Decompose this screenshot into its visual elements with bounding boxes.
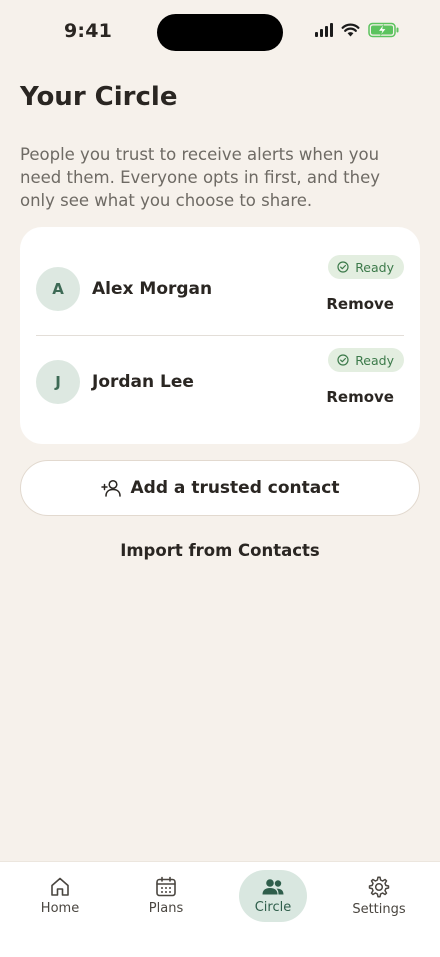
check-circle-icon xyxy=(337,261,349,273)
status-icons xyxy=(315,22,400,38)
status-badge-label: Ready xyxy=(355,352,394,368)
page-description: People you trust to receive alerts when … xyxy=(20,145,380,210)
status-badge: Ready xyxy=(328,348,404,372)
add-contact-label: Add a trusted contact xyxy=(130,478,340,498)
status-badge: Ready xyxy=(328,255,404,279)
tab-home[interactable]: Home xyxy=(26,870,94,922)
tab-bar: Home Plans Circle Settings xyxy=(0,861,440,957)
cellular-signal-icon xyxy=(315,23,333,37)
status-badge-label: Ready xyxy=(355,259,394,275)
home-icon xyxy=(51,877,69,896)
add-person-icon xyxy=(100,479,121,497)
tab-settings[interactable]: Settings xyxy=(345,870,413,922)
remove-button[interactable]: Remove xyxy=(326,295,394,313)
contact-name: Alex Morgan xyxy=(92,279,213,299)
avatar: J xyxy=(36,360,80,404)
contact-row[interactable]: A Alex Morgan Ready Remove xyxy=(36,243,404,335)
tab-plans[interactable]: Plans xyxy=(132,870,200,922)
status-time: 9:41 xyxy=(64,20,113,42)
avatar: A xyxy=(36,267,80,311)
tab-label: Home xyxy=(40,901,80,916)
page-title: Your Circle xyxy=(20,82,178,112)
import-contacts-link[interactable]: Import from Contacts xyxy=(0,541,440,560)
check-circle-icon xyxy=(337,354,349,366)
wifi-icon xyxy=(341,23,360,37)
contact-name: Jordan Lee xyxy=(92,372,194,392)
contacts-card: A Alex Morgan Ready Remove J Jordan Lee … xyxy=(20,227,420,444)
contact-row[interactable]: J Jordan Lee Ready Remove xyxy=(36,336,404,428)
people-icon xyxy=(262,878,284,894)
add-contact-button[interactable]: Add a trusted contact xyxy=(20,460,420,516)
tab-label: Plans xyxy=(148,901,184,916)
tab-circle[interactable]: Circle xyxy=(239,870,307,922)
calendar-icon xyxy=(156,876,176,897)
status-bar: 9:41 xyxy=(0,0,440,64)
remove-button[interactable]: Remove xyxy=(326,388,394,406)
dynamic-island xyxy=(157,14,283,51)
battery-charging-icon xyxy=(368,22,399,38)
tab-label: Circle xyxy=(254,899,292,915)
tab-label: Settings xyxy=(352,901,406,917)
gear-icon xyxy=(368,875,390,897)
